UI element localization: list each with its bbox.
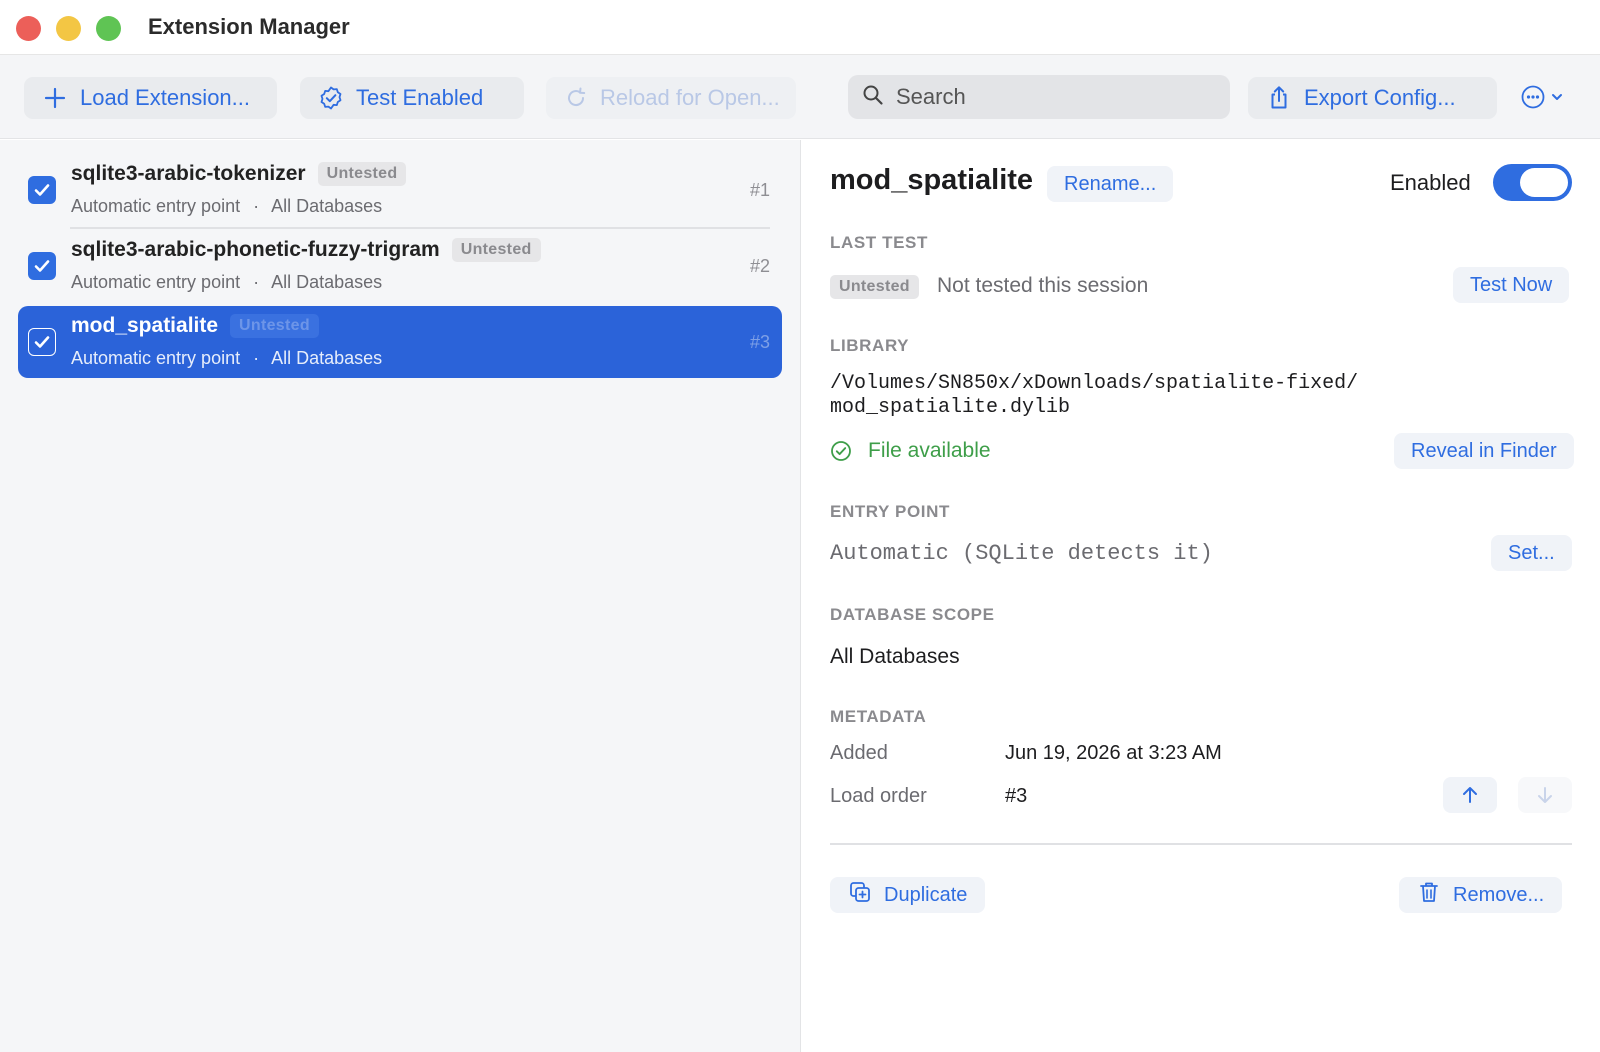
share-icon xyxy=(1266,85,1292,111)
test-enabled-button[interactable]: Test Enabled xyxy=(300,77,524,119)
export-config-label: Export Config... xyxy=(1304,85,1456,110)
extension-row-3[interactable]: mod_spatialite Untested Automatic entry … xyxy=(18,306,782,378)
library-path-line-1: /Volumes/SN850x/xDownloads/spatialite-fi… xyxy=(830,372,1359,395)
enable-checkbox-2[interactable] xyxy=(28,252,56,280)
extension-name: mod_spatialite xyxy=(71,314,219,337)
extension-row-1[interactable]: sqlite3-arabic-tokenizer Untested Automa… xyxy=(18,154,782,226)
set-entry-point-button[interactable]: Set... xyxy=(1491,535,1572,571)
library-path-line-2: mod_spatialite.dylib xyxy=(830,396,1071,419)
enable-checkbox-1[interactable] xyxy=(28,176,56,204)
reveal-in-finder-button[interactable]: Reveal in Finder xyxy=(1394,433,1574,469)
divider xyxy=(830,843,1572,845)
rename-button[interactable]: Rename... xyxy=(1047,166,1174,202)
entry-point-value: Automatic (SQLite detects it) xyxy=(830,541,1213,566)
enabled-label: Enabled xyxy=(1390,170,1471,195)
extension-subtitle: Automatic entry point · All Databases xyxy=(71,272,382,293)
search-field[interactable] xyxy=(848,75,1230,119)
load-extension-button[interactable]: Load Extension... xyxy=(24,77,277,119)
duplicate-button[interactable]: Duplicate xyxy=(830,877,986,913)
extension-name: sqlite3-arabic-phonetic-fuzzy-trigram xyxy=(71,238,440,261)
load-extension-label: Load Extension... xyxy=(80,85,251,110)
close-window-button[interactable] xyxy=(16,16,41,41)
last-test-section-label: LAST TEST xyxy=(830,233,928,252)
ellipsis-circle-icon xyxy=(1520,84,1546,115)
detail-title: mod_spatialite xyxy=(830,164,1034,196)
extension-row-2[interactable]: sqlite3-arabic-phonetic-fuzzy-trigram Un… xyxy=(18,230,782,302)
load-order-label: Load order xyxy=(830,785,927,807)
file-status: File available xyxy=(868,439,991,462)
status-badge: Untested xyxy=(830,275,919,299)
extension-list: sqlite3-arabic-tokenizer Untested Automa… xyxy=(0,140,801,1052)
maximize-window-button[interactable] xyxy=(96,16,121,41)
title-bar: Extension Manager xyxy=(0,0,1600,55)
plus-icon xyxy=(42,85,68,111)
trash-icon xyxy=(1417,880,1441,910)
toggle-knob xyxy=(1520,168,1568,197)
more-menu-button[interactable] xyxy=(1520,81,1570,117)
entry-point-text: Automatic entry point xyxy=(71,348,241,368)
test-enabled-label: Test Enabled xyxy=(356,85,484,110)
move-up-button[interactable] xyxy=(1443,777,1497,813)
status-badge: Untested xyxy=(230,314,319,338)
move-down-button[interactable] xyxy=(1518,777,1572,813)
row-divider xyxy=(70,227,770,229)
extension-subtitle: Automatic entry point · All Databases xyxy=(71,196,382,217)
check-circle-icon xyxy=(830,440,852,467)
reload-for-open-button[interactable]: Reload for Open... xyxy=(546,77,796,119)
search-icon xyxy=(862,84,884,111)
checkmark-icon xyxy=(34,260,50,272)
status-badge: Untested xyxy=(451,238,541,262)
arrow-down-icon xyxy=(1538,787,1552,803)
search-input[interactable] xyxy=(896,84,1196,110)
separator-dot: · xyxy=(253,272,260,292)
checkmark-icon xyxy=(34,184,50,196)
database-scope-section-label: DATABASE SCOPE xyxy=(830,605,995,624)
separator-dot: · xyxy=(253,348,260,368)
status-badge: Untested xyxy=(317,162,407,186)
minimize-window-button[interactable] xyxy=(56,16,81,41)
remove-label: Remove... xyxy=(1453,883,1545,906)
enable-checkbox-3[interactable] xyxy=(28,328,56,356)
separator-dot: · xyxy=(253,196,260,216)
entry-point-text: Automatic entry point xyxy=(71,196,241,216)
extension-name: sqlite3-arabic-tokenizer xyxy=(71,162,306,185)
reload-for-open-label: Reload for Open... xyxy=(600,85,780,110)
load-order-number: #1 xyxy=(749,180,770,200)
arrow-up-icon xyxy=(1463,787,1477,803)
extension-name-row: sqlite3-arabic-tokenizer Untested xyxy=(71,162,407,186)
extension-name-row: sqlite3-arabic-phonetic-fuzzy-trigram Un… xyxy=(71,238,541,262)
scope-text: All Databases xyxy=(271,272,383,292)
load-order-value: #3 xyxy=(1005,785,1028,807)
checkmark-icon xyxy=(34,336,50,348)
reload-icon xyxy=(564,85,588,111)
scope-text: All Databases xyxy=(271,348,383,368)
toolbar: Load Extension... Test Enabled Reload fo… xyxy=(0,55,1600,139)
library-section-label: LIBRARY xyxy=(830,336,910,355)
entry-point-section-label: ENTRY POINT xyxy=(830,502,950,521)
load-order-number: #3 xyxy=(749,332,770,352)
enabled-toggle[interactable] xyxy=(1493,164,1572,201)
chevron-down-icon xyxy=(1550,90,1564,109)
load-order-number: #2 xyxy=(749,256,770,276)
database-scope-value[interactable]: All Databases xyxy=(830,645,960,669)
entry-point-text: Automatic entry point xyxy=(71,272,241,292)
metadata-section-label: METADATA xyxy=(830,707,927,726)
remove-button[interactable]: Remove... xyxy=(1399,877,1563,913)
duplicate-icon xyxy=(848,880,872,910)
detail-panel: mod_spatialite Rename... Enabled LAST TE… xyxy=(802,140,1600,1052)
last-test-status: Not tested this session xyxy=(937,274,1149,297)
extension-subtitle: Automatic entry point · All Databases xyxy=(71,348,382,369)
window-title: Extension Manager xyxy=(148,14,350,39)
added-value: Jun 19, 2026 at 3:23 AM xyxy=(1005,742,1222,764)
scope-text: All Databases xyxy=(271,196,383,216)
export-config-button[interactable]: Export Config... xyxy=(1248,77,1497,119)
added-label: Added xyxy=(830,742,888,764)
test-now-button[interactable]: Test Now xyxy=(1453,267,1570,303)
duplicate-label: Duplicate xyxy=(884,883,968,906)
extension-name-row: mod_spatialite Untested xyxy=(71,314,319,338)
verified-badge-icon xyxy=(318,85,344,111)
